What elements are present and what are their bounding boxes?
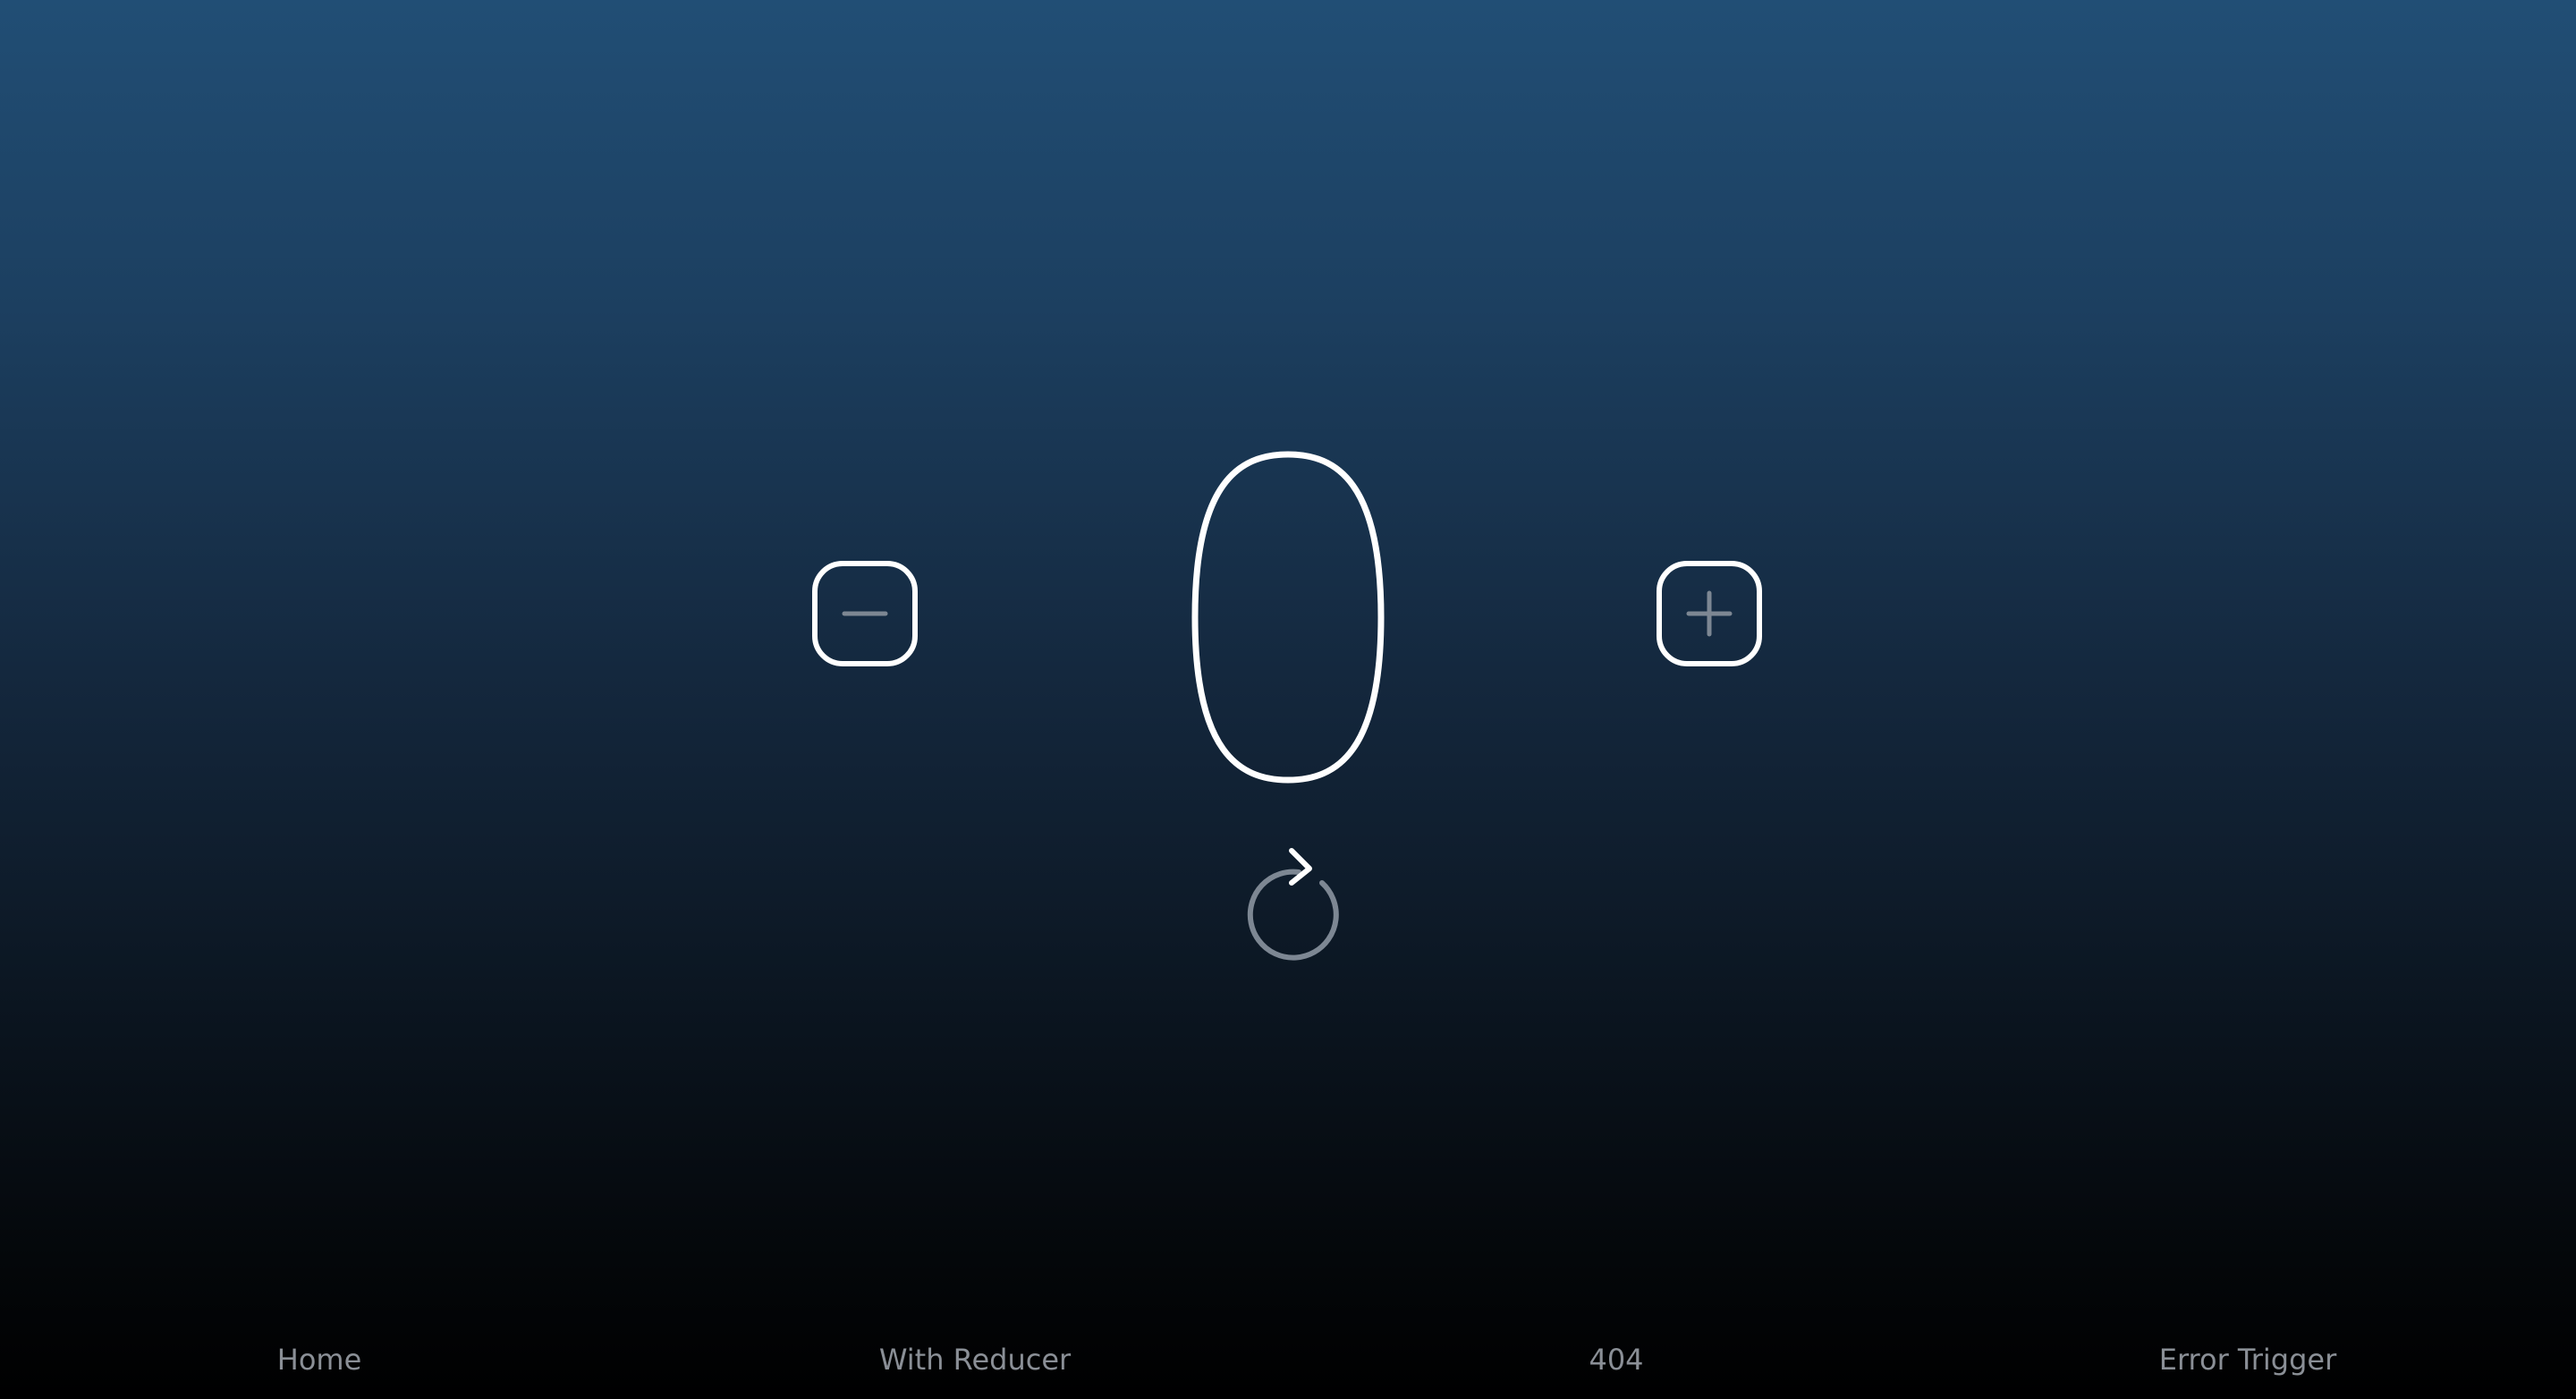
- nav-link-home[interactable]: Home: [277, 1333, 362, 1386]
- refresh-icon: [1247, 848, 1339, 961]
- decrement-button[interactable]: [812, 561, 918, 666]
- nav-link-404[interactable]: 404: [1589, 1333, 1643, 1386]
- counter-widget: 0: [0, 0, 2576, 1073]
- minus-icon: [842, 611, 888, 616]
- nav-link-with-reducer[interactable]: With Reducer: [879, 1333, 1071, 1386]
- counter-value-glyph: [1191, 451, 1385, 784]
- nav-link-error-trigger[interactable]: Error Trigger: [2159, 1333, 2337, 1386]
- footer-nav: Home With Reducer 404 Error Trigger: [0, 1333, 2576, 1386]
- counter-value: 0: [1109, 420, 1467, 814]
- reset-button[interactable]: [1234, 845, 1342, 962]
- increment-button[interactable]: [1657, 561, 1762, 666]
- plus-icon: [1686, 590, 1733, 637]
